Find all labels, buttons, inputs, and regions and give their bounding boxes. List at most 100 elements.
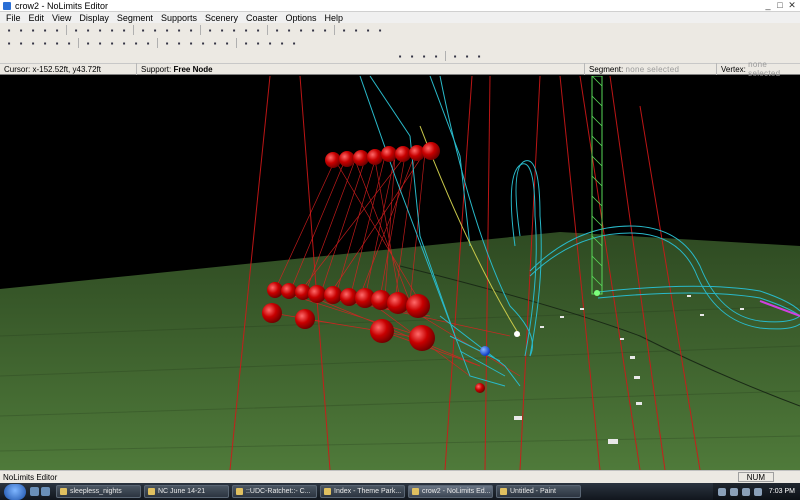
- toolbar-separator: [66, 25, 67, 35]
- undo-icon[interactable]: ▪: [40, 25, 50, 35]
- taskbar-item[interactable]: sleepless_nights: [56, 485, 141, 498]
- support-m-icon[interactable]: ▪: [162, 38, 172, 48]
- track-m-icon[interactable]: ▪: [229, 25, 239, 35]
- save-file-icon[interactable]: ▪: [28, 25, 38, 35]
- track-l-icon[interactable]: ▪: [217, 25, 227, 35]
- support-w-icon[interactable]: ▪: [289, 38, 299, 48]
- tray-icon-volume[interactable]: [729, 487, 738, 496]
- support-p-icon[interactable]: ▪: [198, 38, 208, 48]
- taskbar-item[interactable]: NC June 14-21: [144, 485, 229, 498]
- track-d-icon[interactable]: ▪: [107, 25, 117, 35]
- task-label: crow2 - NoLimits Ed...: [422, 488, 491, 495]
- task-app-icon: [148, 488, 155, 495]
- start-button[interactable]: [4, 483, 26, 500]
- track-e-icon[interactable]: ▪: [119, 25, 129, 35]
- menu-supports[interactable]: Supports: [157, 13, 201, 23]
- support-u-icon[interactable]: ▪: [265, 38, 275, 48]
- window-title: crow2 - NoLimits Editor: [15, 0, 109, 11]
- menu-display[interactable]: Display: [75, 13, 113, 23]
- maximize-button[interactable]: □: [774, 0, 786, 11]
- support-n-icon[interactable]: ▪: [174, 38, 184, 48]
- tray-icon-security[interactable]: [753, 487, 762, 496]
- support-s-icon[interactable]: ▪: [241, 38, 251, 48]
- support-d-icon[interactable]: ▪: [40, 38, 50, 48]
- support-c-icon[interactable]: ▪: [28, 38, 38, 48]
- track-p-icon[interactable]: ▪: [272, 25, 282, 35]
- track-o-icon[interactable]: ▪: [253, 25, 263, 35]
- toolbar-separator: [157, 38, 158, 48]
- taskbar-item[interactable]: Untitled - Paint: [496, 485, 581, 498]
- track-v-icon[interactable]: ▪: [351, 25, 361, 35]
- track-q-icon[interactable]: ▪: [284, 25, 294, 35]
- track-f-icon[interactable]: ▪: [138, 25, 148, 35]
- join-tool-icon[interactable]: ▪: [462, 51, 472, 61]
- switch-windows-icon[interactable]: [41, 487, 50, 496]
- track-c-icon[interactable]: ▪: [95, 25, 105, 35]
- support-o-icon[interactable]: ▪: [186, 38, 196, 48]
- minimize-button[interactable]: _: [762, 0, 774, 11]
- support-e-icon[interactable]: ▪: [52, 38, 62, 48]
- support-a-icon[interactable]: ▪: [4, 38, 14, 48]
- scene-render[interactable]: [0, 76, 800, 470]
- editor-status-text: NoLimits Editor: [3, 472, 58, 482]
- support-t-icon[interactable]: ▪: [253, 38, 263, 48]
- split-tool-icon[interactable]: ▪: [450, 51, 460, 61]
- cursor-label: Cursor:: [4, 64, 31, 74]
- delete-vertex-icon[interactable]: ▪: [431, 51, 441, 61]
- 3d-viewport[interactable]: [0, 76, 800, 470]
- taskbar-item[interactable]: ::UDC-Ratchet::- C...: [232, 485, 317, 498]
- new-file-icon[interactable]: ▪: [4, 25, 14, 35]
- menu-segment[interactable]: Segment: [113, 13, 157, 23]
- track-u-icon[interactable]: ▪: [339, 25, 349, 35]
- taskbar-item[interactable]: crow2 - NoLimits Ed...: [408, 485, 493, 498]
- menu-edit[interactable]: Edit: [25, 13, 49, 23]
- task-label: ::UDC-Ratchet::- C...: [246, 488, 311, 495]
- track-r-icon[interactable]: ▪: [296, 25, 306, 35]
- support-b-icon[interactable]: ▪: [16, 38, 26, 48]
- select-tool-icon[interactable]: ▪: [395, 51, 405, 61]
- track-k-icon[interactable]: ▪: [205, 25, 215, 35]
- track-s-icon[interactable]: ▪: [308, 25, 318, 35]
- track-a-icon[interactable]: ▪: [71, 25, 81, 35]
- tray-icon-battery[interactable]: [741, 487, 750, 496]
- taskbar-item[interactable]: Index - Theme Park...: [320, 485, 405, 498]
- vertex-tool-icon[interactable]: ▪: [407, 51, 417, 61]
- quick-launch: [30, 487, 50, 496]
- track-w-icon[interactable]: ▪: [363, 25, 373, 35]
- clock[interactable]: 7:03 PM: [769, 488, 795, 495]
- redo-icon[interactable]: ▪: [52, 25, 62, 35]
- support-q-icon[interactable]: ▪: [210, 38, 220, 48]
- track-j-icon[interactable]: ▪: [186, 25, 196, 35]
- close-button[interactable]: ✕: [786, 0, 798, 11]
- support-v-icon[interactable]: ▪: [277, 38, 287, 48]
- menu-file[interactable]: File: [2, 13, 25, 23]
- task-app-icon: [236, 488, 243, 495]
- track-h-icon[interactable]: ▪: [162, 25, 172, 35]
- support-i-icon[interactable]: ▪: [107, 38, 117, 48]
- menu-view[interactable]: View: [48, 13, 75, 23]
- selected-node: [480, 346, 490, 356]
- track-n-icon[interactable]: ▪: [241, 25, 251, 35]
- support-f-icon[interactable]: ▪: [64, 38, 74, 48]
- support-k-icon[interactable]: ▪: [131, 38, 141, 48]
- menu-coaster[interactable]: Coaster: [242, 13, 282, 23]
- tray-icon-network[interactable]: [717, 487, 726, 496]
- track-i-icon[interactable]: ▪: [174, 25, 184, 35]
- menu-options[interactable]: Options: [282, 13, 321, 23]
- show-desktop-icon[interactable]: [30, 487, 39, 496]
- menu-scenery[interactable]: Scenery: [201, 13, 242, 23]
- track-t-icon[interactable]: ▪: [320, 25, 330, 35]
- support-l-icon[interactable]: ▪: [143, 38, 153, 48]
- add-vertex-icon[interactable]: ▪: [419, 51, 429, 61]
- ring-tool-icon[interactable]: ▪: [474, 51, 484, 61]
- track-g-icon[interactable]: ▪: [150, 25, 160, 35]
- support-g-icon[interactable]: ▪: [83, 38, 93, 48]
- support-r-icon[interactable]: ▪: [222, 38, 232, 48]
- track-x-icon[interactable]: ▪: [375, 25, 385, 35]
- open-file-icon[interactable]: ▪: [16, 25, 26, 35]
- track-b-icon[interactable]: ▪: [83, 25, 93, 35]
- menu-help[interactable]: Help: [321, 13, 348, 23]
- support-h-icon[interactable]: ▪: [95, 38, 105, 48]
- support-j-icon[interactable]: ▪: [119, 38, 129, 48]
- toolbar-separator: [236, 38, 237, 48]
